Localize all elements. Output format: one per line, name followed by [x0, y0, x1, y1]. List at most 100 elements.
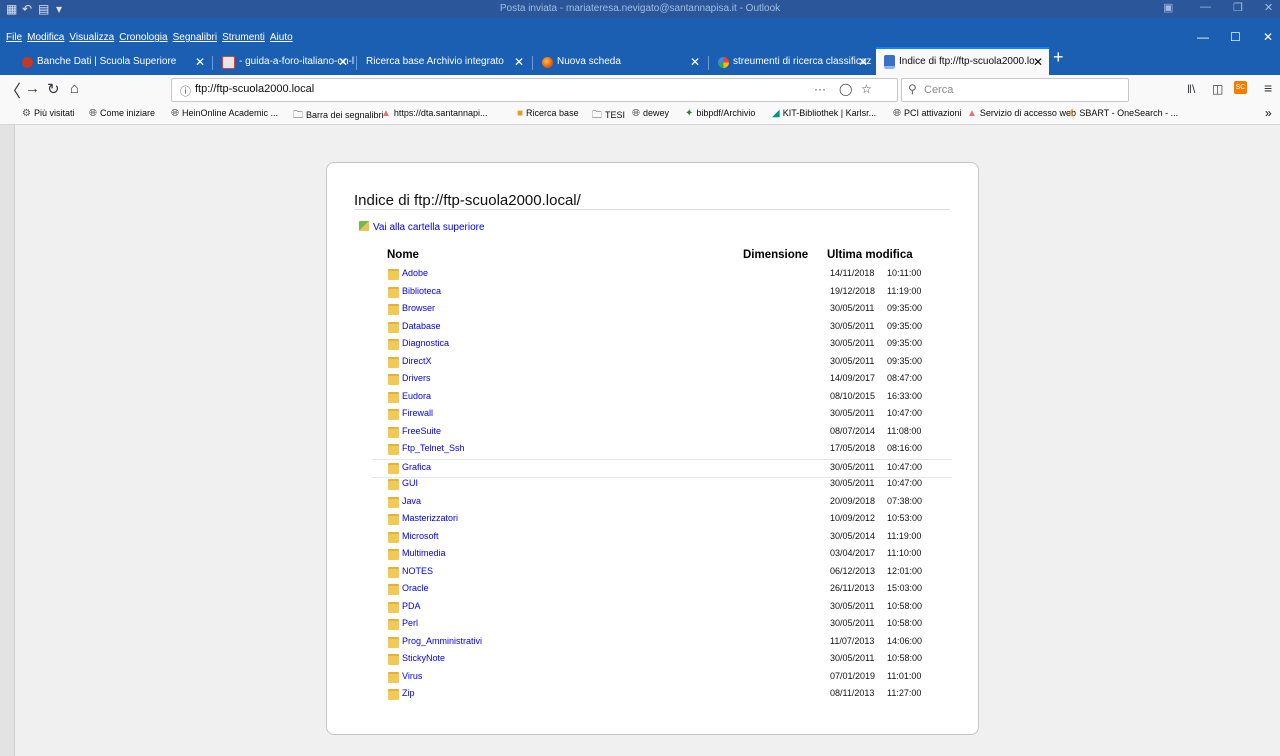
tab-close-icon[interactable]: ✕ [195, 49, 205, 75]
folder-name-link[interactable]: GUI [402, 478, 418, 488]
bookmark-sbart-onesearch[interactable]: ❨ SBART - OneSearch - ... [1068, 108, 1178, 119]
list-item[interactable]: Adobe 14/11/2018 10:11:00 [372, 266, 952, 283]
bookmark-come-iniziare[interactable]: 🌐︎ Come iniziare [89, 108, 155, 119]
folder-name-link[interactable]: Grafica [402, 462, 431, 472]
list-item[interactable]: Biblioteca 19/12/2018 11:19:00 [372, 284, 952, 301]
sidebar-icon[interactable]: ◫ [1212, 82, 1223, 96]
outlook-close-icon[interactable]: ✕ [1264, 1, 1273, 14]
url-bar[interactable]: ⓘ ftp://ftp-scuola2000.local ··· ◯ ☆ [171, 78, 898, 102]
folder-name-link[interactable]: PDA [402, 601, 421, 611]
list-item[interactable]: Database 30/05/2011 09:35:00 [372, 319, 952, 336]
extension-sc-icon[interactable]: SC [1234, 81, 1247, 94]
bookmark-star-icon[interactable]: ☆ [861, 82, 872, 96]
pocket-icon[interactable]: ◯ [839, 82, 852, 96]
url-text[interactable]: ftp://ftp-scuola2000.local [195, 83, 314, 95]
list-item[interactable]: Diagnostica 30/05/2011 09:35:00 [372, 336, 952, 353]
list-item[interactable]: Browser 30/05/2011 09:35:00 [372, 301, 952, 318]
folder-name-link[interactable]: Oracle [402, 583, 429, 593]
folder-name-link[interactable]: Firewall [402, 408, 433, 418]
list-item[interactable]: Drivers 14/09/2017 08:47:00 [372, 371, 952, 388]
folder-name-link[interactable]: FreeSuite [402, 426, 441, 436]
list-item[interactable]: Zip 08/11/2013 11:27:00 [372, 686, 952, 703]
column-header-name[interactable]: Nome [387, 249, 419, 261]
menu-item-cronologia[interactable]: Cronologia [119, 32, 167, 43]
tab-close-icon[interactable]: ✕ [690, 49, 700, 75]
page-actions-icon[interactable]: ··· [814, 82, 826, 96]
outlook-restore-icon[interactable]: ❐ [1233, 1, 1243, 14]
back-icon[interactable]: 〈 [4, 77, 21, 102]
list-item[interactable]: Ftp_Telnet_Ssh 17/05/2018 08:16:00 [372, 441, 952, 458]
folder-name-link[interactable]: Biblioteca [402, 286, 441, 296]
bookmark-ricerca-base[interactable]: ■ Ricerca base [517, 108, 579, 119]
tab-indice-ftp[interactable]: Indice di ftp://ftp-scuola2000.lo ✕ [876, 47, 1049, 77]
bookmark-piu-visitati[interactable]: ⚙ Più visitati [22, 108, 74, 119]
bookmark-kit-bibliothek[interactable]: ◢ KIT-Bibliothek | Karlsr... [772, 108, 876, 119]
window-close-icon[interactable]: ✕ [1263, 30, 1273, 44]
list-item[interactable]: Oracle 26/11/2013 15:03:00 [372, 581, 952, 598]
tab-close-icon[interactable]: ✕ [338, 49, 348, 75]
bookmark-pci-attivazioni[interactable]: 🌐︎ PCI attivazioni [893, 108, 962, 119]
bookmark-heinonline[interactable]: 🌐︎ HeinOnline Academic ... [171, 108, 278, 119]
folder-name-link[interactable]: Ftp_Telnet_Ssh [402, 443, 465, 453]
folder-name-link[interactable]: Adobe [402, 268, 428, 278]
bookmark-barra-segnalibri[interactable]: 🗀︎ Barra dei segnalibri [293, 108, 384, 125]
menu-item-visualizza[interactable]: Visualizza [69, 32, 114, 43]
search-input[interactable] [922, 81, 1126, 99]
list-item[interactable]: Microsoft 30/05/2014 11:19:00 [372, 529, 952, 546]
window-minimize-icon[interactable]: — [1197, 30, 1209, 44]
forward-icon[interactable]: → [25, 80, 40, 97]
list-item[interactable]: PDA 30/05/2011 10:58:00 [372, 599, 952, 616]
list-item[interactable]: GUI 30/05/2011 10:47:00 [372, 476, 952, 493]
list-item[interactable]: Java 20/09/2018 07:38:00 [372, 494, 952, 511]
info-icon[interactable]: ⓘ [180, 83, 191, 99]
tab-strumenti-ricerca[interactable]: streumenti di ricerca classificaz ✕ [710, 49, 874, 75]
outlook-minimize-icon[interactable]: — [1200, 1, 1211, 13]
list-item[interactable]: DirectX 30/05/2011 09:35:00 [372, 354, 952, 371]
library-icon[interactable]: ‖\ [1187, 82, 1195, 96]
reload-icon[interactable]: ↻ [47, 80, 60, 98]
folder-name-link[interactable]: StickyNote [402, 653, 445, 663]
folder-name-link[interactable]: Microsoft [402, 531, 439, 541]
folder-name-link[interactable]: Perl [402, 618, 418, 628]
folder-name-link[interactable]: Java [402, 496, 421, 506]
list-item[interactable]: Eudora 08/10/2015 16:33:00 [372, 389, 952, 406]
folder-name-link[interactable]: Eudora [402, 391, 431, 401]
tab-close-icon[interactable]: ✕ [514, 49, 524, 75]
home-icon[interactable]: ⌂ [70, 80, 79, 97]
menu-item-file[interactable]: File [6, 32, 22, 43]
list-item[interactable]: Multimedia 03/04/2017 11:10:00 [372, 546, 952, 563]
tab-ricerca-base[interactable]: Ricerca base Archivio integrato ✕ [358, 49, 530, 75]
folder-name-link[interactable]: Prog_Amministrativi [402, 636, 482, 646]
tab-guida-foro[interactable]: - guida-a-foro-italiano-on-line✕ [214, 49, 354, 75]
folder-name-link[interactable]: Browser [402, 303, 435, 313]
folder-name-link[interactable]: Diagnostica [402, 338, 449, 348]
list-item[interactable]: StickyNote 30/05/2011 10:58:00 [372, 651, 952, 668]
menu-item-segnalibri[interactable]: Segnalibri [173, 32, 217, 43]
folder-name-link[interactable]: DirectX [402, 356, 432, 366]
bookmarks-overflow-icon[interactable]: » [1265, 106, 1272, 120]
list-item[interactable]: FreeSuite 08/07/2014 11:08:00 [372, 424, 952, 441]
folder-name-link[interactable]: Masterizzatori [402, 513, 458, 523]
menu-item-modifica[interactable]: Modifica [27, 32, 64, 43]
new-tab-button[interactable]: + [1053, 47, 1064, 68]
folder-name-link[interactable]: Multimedia [402, 548, 446, 558]
list-item[interactable]: Firewall 30/05/2011 10:47:00 [372, 406, 952, 423]
folder-name-link[interactable]: Zip [402, 688, 415, 698]
list-item[interactable]: Prog_Amministrativi 11/07/2013 14:06:00 [372, 634, 952, 651]
tab-banche-dati[interactable]: Banche Dati | Scuola Superiore ✕ [14, 49, 211, 75]
list-item[interactable]: NOTES 06/12/2013 12:01:00 [372, 564, 952, 581]
menu-item-strumenti[interactable]: Strumenti [222, 32, 265, 43]
parent-folder-link[interactable]: Vai alla cartella superiore [359, 221, 485, 233]
bookmark-tesi[interactable]: 🗀︎ TESI [592, 108, 625, 125]
list-item[interactable]: Masterizzatori 10/09/2012 10:53:00 [372, 511, 952, 528]
list-item[interactable]: Perl 30/05/2011 10:58:00 [372, 616, 952, 633]
folder-name-link[interactable]: Virus [402, 671, 422, 681]
column-header-modified[interactable]: Ultima modifica [827, 249, 913, 261]
tab-nuova-scheda[interactable]: Nuova scheda ✕ [534, 49, 706, 75]
folder-name-link[interactable]: NOTES [402, 566, 433, 576]
column-header-size[interactable]: Dimensione [743, 249, 808, 261]
bookmark-dewey[interactable]: 🌐︎ dewey [632, 108, 669, 119]
tab-close-icon[interactable]: ✕ [858, 49, 868, 75]
list-item[interactable]: Grafica 30/05/2011 10:47:00 [372, 458, 952, 478]
menu-item-aiuto[interactable]: Aiuto [270, 32, 293, 43]
